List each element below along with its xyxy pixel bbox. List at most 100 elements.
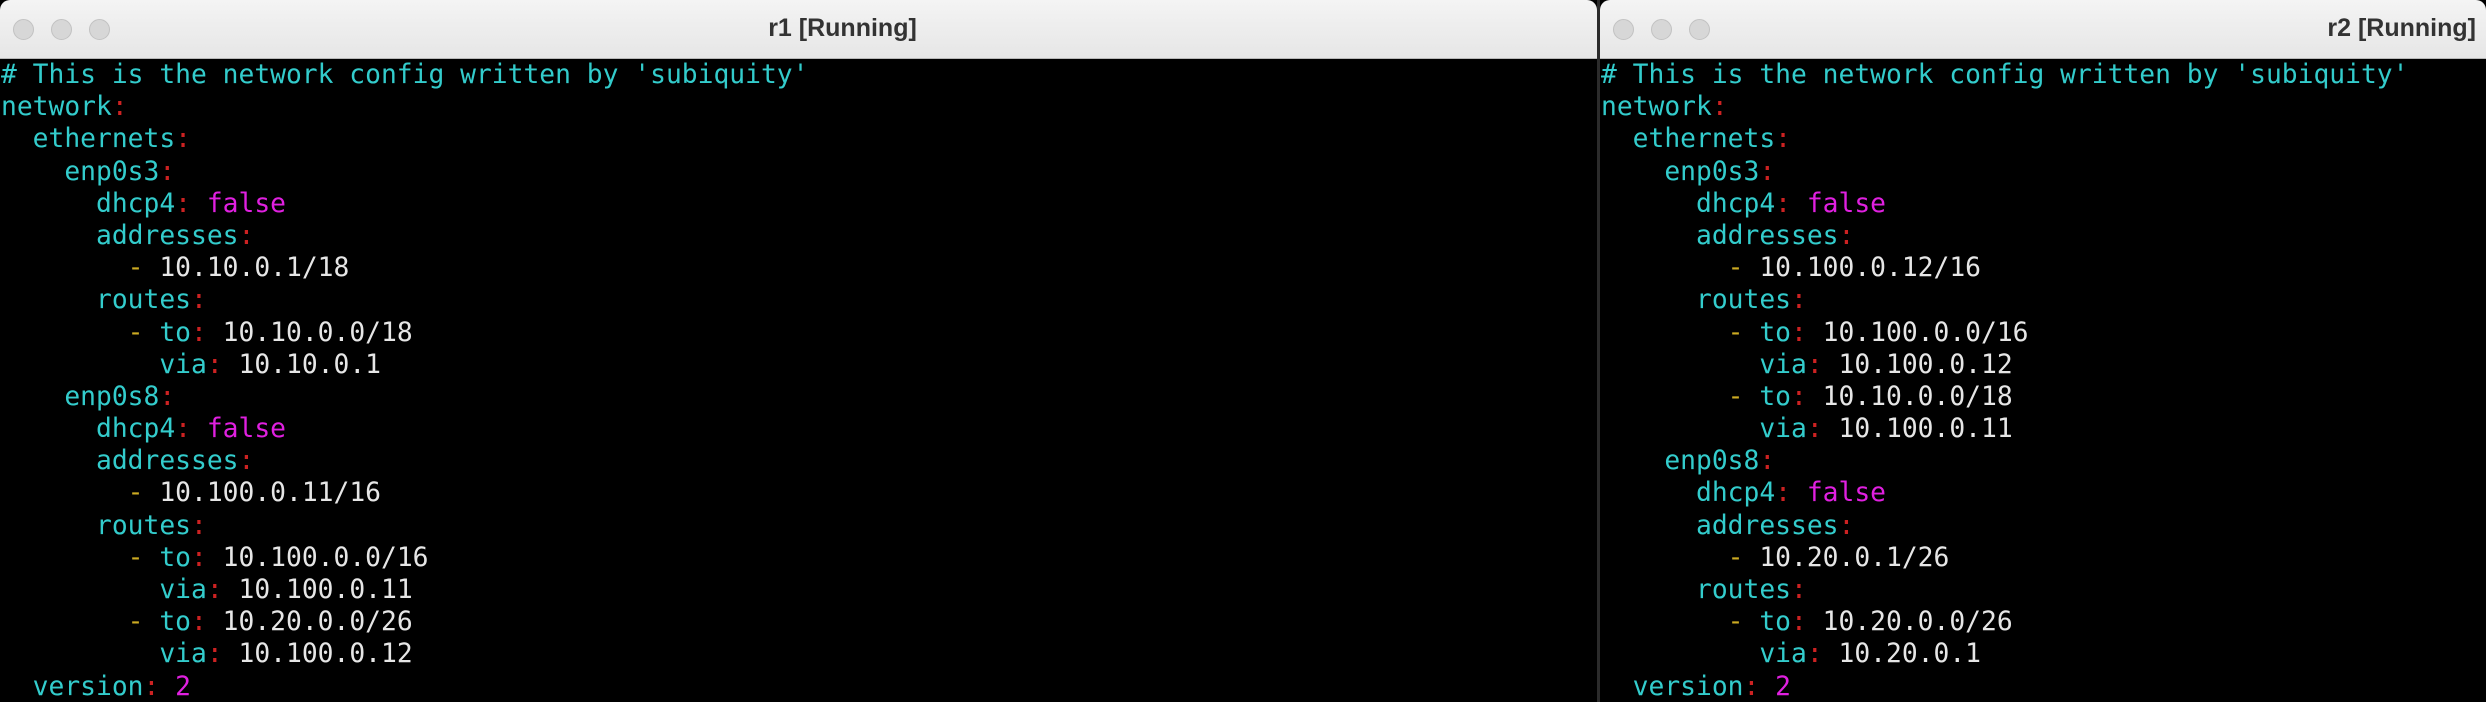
terminal-token: to <box>159 607 191 638</box>
terminal-line: version: 2 <box>1 671 808 702</box>
vm-window-r1[interactable]: r1 [Running] # This is the network confi… <box>0 0 1597 702</box>
terminal-token: dhcp4 <box>1 414 176 445</box>
terminal-token: : <box>1791 607 1823 638</box>
terminal-token: 10.100.0.12/16 <box>1759 253 1981 284</box>
terminal-token: - <box>1 253 160 284</box>
window-titlebar[interactable]: r1 [Running] <box>0 0 1597 59</box>
terminal-token: false <box>206 188 286 219</box>
terminal-token: - <box>1 478 160 509</box>
terminal-token: : <box>191 607 223 638</box>
terminal-token: : <box>1806 639 1839 670</box>
terminal-token: 10.100.0.11 <box>1838 414 2013 445</box>
terminal-token: via <box>1601 414 1807 445</box>
terminal-line: enp0s3: <box>1601 156 2408 188</box>
terminal-token: - <box>1601 542 1760 573</box>
terminal-token: : <box>1838 220 1855 251</box>
terminal-token: - <box>1 317 160 348</box>
window-titlebar[interactable]: r2 [Running] <box>1600 0 2486 59</box>
terminal-token: 10.20.0.0/26 <box>222 607 413 638</box>
terminal-token: : <box>1711 92 1728 123</box>
terminal-line: via: 10.100.0.12 <box>1 638 808 670</box>
terminal-token: : <box>175 124 191 155</box>
terminal-token: : <box>143 671 176 702</box>
terminal-line: - to: 10.10.0.0/18 <box>1601 381 2408 413</box>
terminal-line: enp0s3: <box>1 156 808 188</box>
terminal-line: - 10.100.0.12/16 <box>1601 252 2408 284</box>
terminal-line: # This is the network config written by … <box>1601 59 2408 91</box>
terminal-token: 10.10.0.0/18 <box>1822 381 2013 412</box>
terminal-line: routes: <box>1 510 808 542</box>
terminal-token: : <box>191 285 207 316</box>
terminal-token: : <box>238 220 255 251</box>
terminal-token: : <box>1806 414 1839 445</box>
terminal-token: enp0s3 <box>1 156 160 187</box>
terminal-token: addresses <box>1601 510 1839 541</box>
terminal-token: : <box>1791 285 1807 316</box>
terminal-token: : <box>191 542 223 573</box>
terminal-token: 10.10.0.0/18 <box>222 317 413 348</box>
terminal-token: addresses <box>1601 220 1839 251</box>
terminal-token: via <box>1601 639 1807 670</box>
terminal-line: addresses: <box>1 445 808 477</box>
terminal-line: # This is the network config written by … <box>1 59 808 91</box>
terminal-line: via: 10.100.0.12 <box>1601 349 2408 381</box>
terminal-line: network: <box>1601 91 2408 123</box>
terminal-token: dhcp4 <box>1601 478 1776 509</box>
terminal-token: 10.100.0.12 <box>1838 349 2013 380</box>
terminal-token: to <box>159 317 191 348</box>
terminal-token: ethernets <box>1601 124 1776 155</box>
terminal-token: : <box>1791 575 1807 605</box>
terminal-token: 10.100.0.12 <box>238 639 413 670</box>
terminal-token: enp0s3 <box>1601 156 1760 187</box>
terminal-line: addresses: <box>1601 510 2408 542</box>
terminal-token: false <box>1806 188 1886 219</box>
terminal-token: : <box>1775 188 1807 219</box>
terminal-line: - to: 10.20.0.0/26 <box>1601 606 2408 638</box>
terminal-token: version <box>1 671 144 702</box>
terminal-line: via: 10.10.0.1 <box>1 349 808 381</box>
terminal-token: : <box>1759 156 1776 187</box>
terminal-token: addresses <box>1 220 239 251</box>
terminal-token: : <box>1775 478 1807 509</box>
terminal-token: : <box>175 414 207 445</box>
window-title: r2 [Running] <box>2327 14 2476 42</box>
window-controls <box>1613 19 1710 40</box>
terminal-line: enp0s8: <box>1 381 808 413</box>
terminal-token: : <box>206 639 239 670</box>
terminal-token: - <box>1 542 160 573</box>
terminal-text: # This is the network config written by … <box>1601 59 2408 702</box>
terminal-screen[interactable]: # This is the network config written by … <box>1600 59 2486 702</box>
terminal-line: enp0s8: <box>1601 445 2408 477</box>
terminal-token: : <box>206 349 239 380</box>
terminal-token: dhcp4 <box>1601 188 1776 219</box>
vm-window-r2[interactable]: r2 [Running] # This is the network confi… <box>1600 0 2486 702</box>
terminal-token: 10.100.0.0/16 <box>1822 317 2029 348</box>
minimize-window-icon[interactable] <box>1651 19 1672 40</box>
terminal-token: : <box>159 156 176 187</box>
terminal-line: ethernets: <box>1 123 808 155</box>
terminal-token: : <box>1838 510 1855 541</box>
terminal-token: enp0s8 <box>1 381 160 412</box>
terminal-token: 10.20.0.0/26 <box>1822 607 2013 638</box>
terminal-token: routes <box>1 510 191 541</box>
terminal-token: : <box>175 188 207 219</box>
terminal-token: 10.100.0.11 <box>238 575 413 605</box>
terminal-token: enp0s8 <box>1601 446 1760 477</box>
window-title: r1 [Running] <box>768 14 917 42</box>
close-window-icon[interactable] <box>1613 19 1634 40</box>
terminal-line: via: 10.100.0.11 <box>1601 413 2408 445</box>
terminal-line: ethernets: <box>1601 123 2408 155</box>
terminal-screen[interactable]: # This is the network config written by … <box>0 59 1597 702</box>
terminal-token: to <box>159 542 191 573</box>
terminal-token: : <box>1806 349 1839 380</box>
terminal-token: addresses <box>1 446 239 477</box>
zoom-window-icon[interactable] <box>1689 19 1710 40</box>
terminal-token: version <box>1601 671 1744 702</box>
terminal-token: to <box>1759 317 1791 348</box>
terminal-token: : <box>1791 317 1823 348</box>
terminal-line: network: <box>1 91 808 123</box>
terminal-token: to <box>1759 381 1791 412</box>
terminal-line: routes: <box>1 284 808 316</box>
terminal-token: false <box>1806 478 1886 509</box>
terminal-token: network <box>1 92 112 123</box>
